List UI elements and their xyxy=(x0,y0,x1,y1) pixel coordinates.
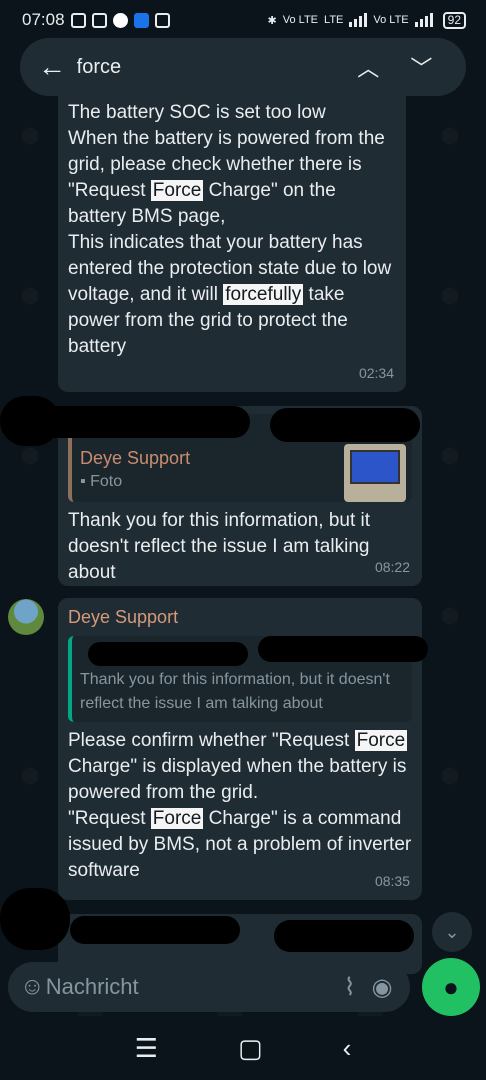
chevron-down-icon[interactable]: ﹀ xyxy=(395,51,448,83)
mic-button[interactable]: ● xyxy=(422,958,480,1016)
redaction xyxy=(70,916,240,944)
photo-thumbnail[interactable] xyxy=(344,444,406,502)
quoted-text: Thank you for this information, but it d… xyxy=(80,671,390,712)
emoji-icon[interactable]: ☺ xyxy=(20,973,46,1001)
search-highlight: Force xyxy=(150,808,204,829)
camera-icon[interactable]: ◉ xyxy=(366,973,398,1002)
scroll-to-bottom-button[interactable]: ⌄ xyxy=(432,912,472,952)
message-text: Thank you for this information, but it d… xyxy=(68,510,371,583)
recent-apps-icon[interactable]: ☰ xyxy=(135,1033,158,1064)
search-highlight: Force xyxy=(150,180,204,201)
signal-icon xyxy=(349,13,368,27)
back-icon[interactable]: ‹ xyxy=(343,1033,352,1064)
mic-icon: ● xyxy=(443,971,459,1002)
search-highlight: forcefully xyxy=(223,284,304,305)
notification-icon xyxy=(70,12,86,28)
search-input[interactable] xyxy=(76,55,342,79)
message-text: The battery SOC is set too low When the … xyxy=(68,102,392,357)
redaction xyxy=(30,406,250,438)
message-time: 08:22 xyxy=(374,559,410,575)
google-icon xyxy=(112,12,128,28)
home-icon[interactable]: ▢ xyxy=(238,1033,263,1064)
search-bar: ← ︿ ﹀ xyxy=(20,38,466,96)
redaction xyxy=(88,642,248,666)
status-bar: 07:08 ✱ Vo LTE LTE Vo LTE 92 xyxy=(0,0,486,40)
double-chevron-down-icon: ⌄ xyxy=(444,921,460,942)
redaction xyxy=(274,920,414,952)
network-label: LTE xyxy=(324,14,344,26)
clock: 07:08 xyxy=(22,10,65,29)
message-time: 02:34 xyxy=(358,365,394,381)
redaction xyxy=(270,408,420,442)
message-bubble[interactable]: The battery SOC is set too low When the … xyxy=(58,92,406,392)
search-highlight: Force xyxy=(354,730,408,751)
message-time: 08:35 xyxy=(374,873,410,889)
back-arrow-icon[interactable]: ← xyxy=(38,51,75,83)
redaction xyxy=(0,888,70,950)
sender-name: Deye Support xyxy=(68,607,179,627)
system-nav-bar: ☰ ▢ ‹ xyxy=(0,1016,486,1080)
battery-icon: 92 xyxy=(442,11,466,29)
network-label: Vo LTE xyxy=(282,14,319,26)
calendar-icon xyxy=(154,12,170,28)
bluetooth-icon: ✱ xyxy=(267,14,277,27)
attach-icon[interactable]: ⌇ xyxy=(334,973,366,1002)
message-input[interactable] xyxy=(45,974,334,1000)
sigma-app-icon xyxy=(133,12,149,28)
redaction xyxy=(258,636,428,662)
message-composer: ☺ ⌇ ◉ xyxy=(8,962,410,1012)
chevron-up-icon[interactable]: ︿ xyxy=(342,51,395,83)
network-label: Vo LTE xyxy=(373,14,409,26)
avatar[interactable] xyxy=(8,599,44,635)
message-text: Please confirm whether "Request Force Ch… xyxy=(68,730,412,881)
notification-icon xyxy=(91,12,107,28)
signal-icon xyxy=(414,13,433,27)
